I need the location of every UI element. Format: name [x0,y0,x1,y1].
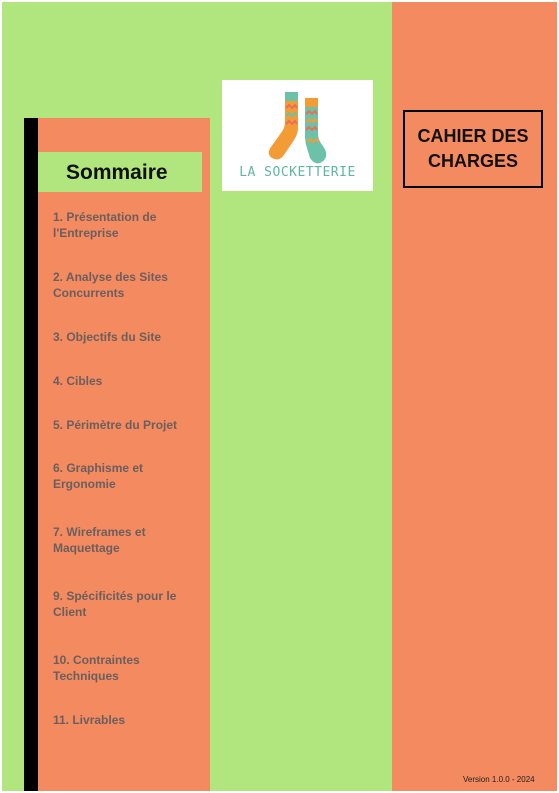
socks-icon [268,92,327,164]
toc-item-specificites: 9. Spécificités pour le Client [53,589,177,619]
toc-black-bar [24,118,38,791]
toc-item-analyse: 2. Analyse des Sites Concurrents [53,270,168,300]
document-title: CAHIER DES CHARGES [417,126,529,171]
toc-item-graphisme: 6. Graphisme et Ergonomie [53,461,144,491]
logo-text: LA SOCKETTERIE [239,165,356,180]
toc-item-perimetre: 5. Périmètre du Projet [53,418,178,432]
version-label: Version 1.0.0 - 2024 [463,775,535,784]
toc-item-cibles: 4. Cibles [53,374,103,388]
title-box: CAHIER DES CHARGES [403,110,543,188]
toc-item-wireframes: 7. Wireframes et Maquettage [53,525,146,555]
company-logo: LA SOCKETTERIE [222,80,373,191]
toc-item-contraintes: 10. Contraintes Techniques [53,653,140,683]
toc-item-presentation: 1. Présentation de l'Entreprise [53,210,157,240]
toc-item-objectifs: 3. Objectifs du Site [53,330,162,344]
toc-item-livrables: 11. Livrables [53,713,126,727]
toc-heading: Sommaire [66,161,168,184]
